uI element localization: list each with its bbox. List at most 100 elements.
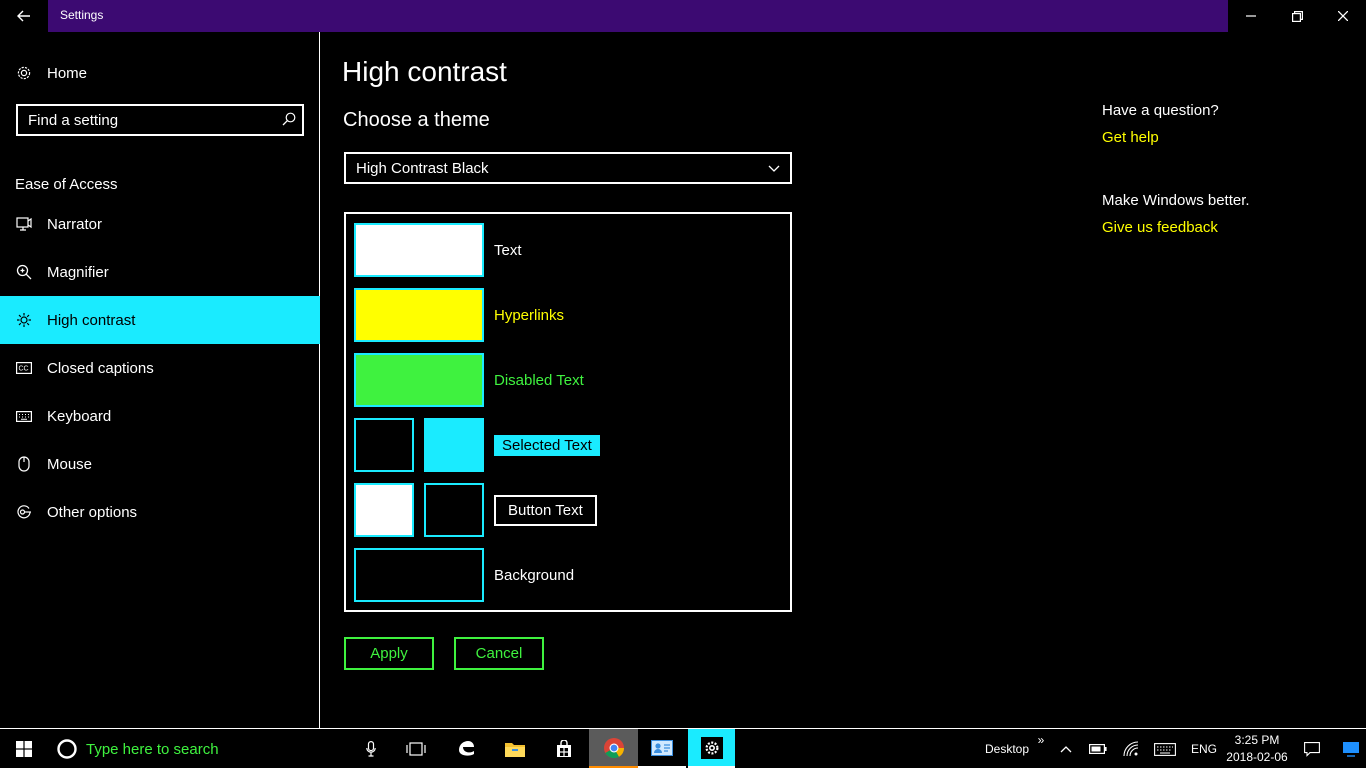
swatch-row-button: Button Text bbox=[354, 482, 597, 538]
search-setting-box[interactable] bbox=[16, 104, 304, 136]
app-taskbar-button[interactable] bbox=[638, 729, 686, 768]
disabled-text-color-swatch[interactable] bbox=[354, 353, 484, 407]
taskbar-clock[interactable]: 3:25 PM 2018-02-06 bbox=[1226, 732, 1288, 766]
touch-keyboard-icon bbox=[1154, 742, 1176, 756]
file-explorer-taskbar-button[interactable] bbox=[491, 729, 539, 768]
clock-time: 3:25 PM bbox=[1234, 733, 1280, 747]
network-tray-button[interactable] bbox=[1116, 729, 1146, 768]
microphone-icon[interactable] bbox=[366, 741, 376, 757]
wifi-icon bbox=[1123, 741, 1139, 757]
chevron-down-icon bbox=[768, 165, 780, 172]
cancel-button[interactable]: Cancel bbox=[454, 637, 544, 670]
title-bar: Settings bbox=[0, 0, 1366, 32]
desktop-toolbar-label[interactable]: Desktop bbox=[980, 729, 1034, 768]
clock-date: 2018-02-06 bbox=[1226, 750, 1288, 764]
sidebar-item-closed-captions[interactable]: CC Closed captions bbox=[0, 344, 320, 392]
swatch-row-text: Text bbox=[354, 222, 522, 278]
sidebar-item-narrator[interactable]: Narrator bbox=[0, 200, 320, 248]
restore-button[interactable] bbox=[1274, 0, 1320, 32]
button-text-fg-swatch[interactable] bbox=[354, 483, 414, 537]
mouse-icon bbox=[0, 456, 47, 472]
close-icon bbox=[1338, 11, 1348, 21]
battery-tray-button[interactable] bbox=[1082, 729, 1114, 768]
sidebar-item-label: Keyboard bbox=[47, 407, 112, 425]
sidebar-item-label: Mouse bbox=[47, 455, 93, 473]
get-help-link[interactable]: Get help bbox=[1102, 129, 1352, 146]
button-swatch-label: Button Text bbox=[494, 494, 597, 526]
taskbar-search-placeholder: Type here to search bbox=[86, 740, 219, 758]
theme-dropdown-value: High Contrast Black bbox=[356, 159, 489, 177]
close-button[interactable] bbox=[1320, 0, 1366, 32]
swatch-row-disabled: Disabled Text bbox=[354, 352, 584, 408]
sidebar-item-keyboard[interactable]: Keyboard bbox=[0, 392, 320, 440]
back-button[interactable] bbox=[0, 0, 48, 32]
sidebar-item-mouse[interactable]: Mouse bbox=[0, 440, 320, 488]
taskbar: Type here to search Desktop » ENG 3:25 P… bbox=[0, 728, 1366, 768]
home-label: Home bbox=[47, 64, 88, 82]
sidebar-item-high-contrast[interactable]: High contrast bbox=[0, 296, 320, 344]
show-hidden-icons-button[interactable] bbox=[1052, 729, 1080, 768]
sidebar-item-magnifier[interactable]: Magnifier bbox=[0, 248, 320, 296]
contact-card-icon bbox=[651, 739, 673, 756]
hyperlinks-color-swatch[interactable] bbox=[354, 288, 484, 342]
theme-dropdown[interactable]: High Contrast Black bbox=[344, 152, 792, 184]
hyperlinks-swatch-label: Hyperlinks bbox=[494, 306, 565, 324]
swatch-row-hyperlinks: Hyperlinks bbox=[354, 287, 564, 343]
selected-text-bg-swatch[interactable] bbox=[424, 418, 484, 472]
chrome-icon bbox=[603, 737, 624, 758]
have-question-text: Have a question? bbox=[1102, 102, 1219, 119]
store-taskbar-button[interactable] bbox=[540, 729, 588, 768]
theme-preview-panel: Text Hyperlinks Disabled Text Selected T… bbox=[344, 212, 792, 612]
chrome-taskbar-button[interactable] bbox=[589, 729, 638, 768]
sidebar: Home Ease of Access Narrator Magnifier H… bbox=[0, 32, 320, 728]
desktop-preview-icon bbox=[1343, 742, 1359, 757]
help-panel: Have a question? Get help Make Windows b… bbox=[1102, 102, 1352, 236]
cortana-icon bbox=[57, 739, 77, 759]
sidebar-item-label: Other options bbox=[47, 503, 138, 521]
background-color-swatch[interactable] bbox=[354, 548, 484, 602]
sidebar-item-home[interactable]: Home bbox=[0, 56, 320, 90]
give-feedback-link[interactable]: Give us feedback bbox=[1102, 219, 1352, 236]
sidebar-item-label: Magnifier bbox=[47, 263, 109, 281]
search-input[interactable] bbox=[18, 111, 268, 129]
closed-captions-icon: CC bbox=[0, 362, 47, 374]
high-contrast-icon bbox=[0, 312, 47, 328]
store-bag-icon bbox=[557, 740, 571, 757]
settings-taskbar-button[interactable] bbox=[688, 729, 735, 768]
show-desktop-button[interactable] bbox=[1336, 729, 1366, 768]
folder-icon bbox=[505, 743, 525, 757]
battery-icon bbox=[1089, 744, 1107, 754]
input-language-indicator[interactable]: ENG bbox=[1186, 729, 1222, 768]
sidebar-item-other-options[interactable]: Other options bbox=[0, 488, 320, 536]
gear-icon bbox=[0, 65, 47, 81]
text-color-swatch[interactable] bbox=[354, 223, 484, 277]
notification-icon bbox=[1304, 741, 1320, 757]
back-arrow-icon bbox=[17, 10, 30, 22]
window-title: Settings bbox=[60, 8, 104, 22]
disabled-swatch-label: Disabled Text bbox=[494, 371, 584, 389]
background-swatch-label: Background bbox=[494, 566, 575, 584]
task-view-button[interactable] bbox=[392, 729, 440, 768]
svg-text:CC: CC bbox=[18, 366, 28, 373]
start-button[interactable] bbox=[0, 729, 48, 768]
desktop-toolbar-chevron[interactable]: » bbox=[1034, 729, 1048, 768]
taskbar-search-box[interactable]: Type here to search bbox=[48, 729, 392, 768]
minimize-icon bbox=[1246, 15, 1256, 17]
chevron-up-icon bbox=[1060, 745, 1072, 752]
settings-gear-icon bbox=[700, 736, 723, 759]
selected-text-fg-swatch[interactable] bbox=[354, 418, 414, 472]
button-text-bg-swatch[interactable] bbox=[424, 483, 484, 537]
selected-swatch-label: Selected Text bbox=[494, 434, 600, 456]
minimize-button[interactable] bbox=[1228, 0, 1274, 32]
choose-theme-heading: Choose a theme bbox=[343, 109, 490, 131]
apply-button[interactable]: Apply bbox=[344, 637, 434, 670]
search-icon[interactable] bbox=[282, 112, 296, 131]
task-view-icon bbox=[406, 742, 426, 756]
page-title: High contrast bbox=[342, 56, 507, 87]
sidebar-item-label: High contrast bbox=[47, 311, 136, 329]
edge-taskbar-button[interactable] bbox=[442, 729, 490, 768]
make-windows-better-text: Make Windows better. bbox=[1102, 192, 1250, 209]
touch-keyboard-button[interactable] bbox=[1148, 729, 1182, 768]
action-center-button[interactable] bbox=[1294, 729, 1330, 768]
edge-icon bbox=[459, 741, 474, 756]
